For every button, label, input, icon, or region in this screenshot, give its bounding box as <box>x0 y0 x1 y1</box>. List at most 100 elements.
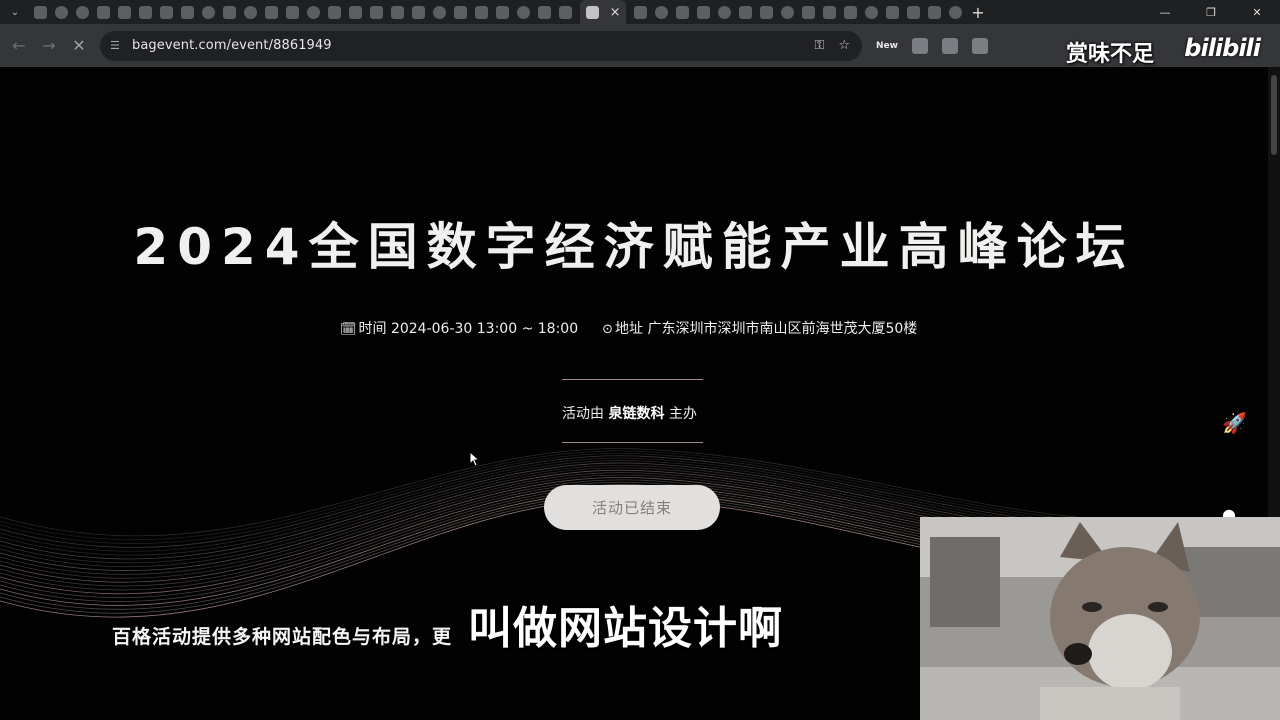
tab[interactable] <box>324 0 345 24</box>
video-slogan-overlay: 赏味不足 <box>1065 42 1154 67</box>
tab[interactable] <box>114 0 135 24</box>
tab-favicon-icon <box>328 5 341 19</box>
tab[interactable] <box>492 0 513 24</box>
tab[interactable] <box>366 0 387 24</box>
tab[interactable] <box>777 0 798 24</box>
extension-icon[interactable] <box>941 37 958 54</box>
event-ended-button[interactable]: 活动已结束 <box>544 485 720 530</box>
organizer-prefix: 活动由 <box>562 406 604 422</box>
rocket-icon[interactable]: 🚀 <box>1222 411 1247 435</box>
tab-favicon-icon <box>928 5 941 19</box>
tab[interactable] <box>51 0 72 24</box>
event-address-text: 地址 广东深圳市深圳市南山区前海世茂大厦50楼 <box>615 321 918 337</box>
tab-favicon-icon <box>844 5 857 19</box>
tab[interactable] <box>555 0 576 24</box>
tab-favicon-icon <box>907 5 920 19</box>
tab[interactable] <box>693 0 714 24</box>
back-icon[interactable]: ← <box>4 31 34 61</box>
extension-icon[interactable] <box>911 37 928 54</box>
tab[interactable] <box>840 0 861 24</box>
tab[interactable] <box>135 0 156 24</box>
divider-top <box>562 379 703 380</box>
tab-favicon-icon <box>433 5 446 19</box>
calendar-icon: 🗓 <box>340 322 357 337</box>
forward-icon[interactable]: → <box>34 31 64 61</box>
tab-favicon-icon <box>865 5 878 19</box>
tab-favicon-icon <box>244 5 257 19</box>
address-bar[interactable]: ☰ bagevent.com/event/8861949 ⚿ ☆ <box>100 30 862 61</box>
tab-favicon-icon <box>781 5 794 19</box>
tab-favicon-icon <box>118 5 131 19</box>
video-subtitle: 叫做网站设计啊 <box>468 603 783 654</box>
tab[interactable] <box>345 0 366 24</box>
tab-favicon-icon <box>391 5 404 19</box>
tab[interactable] <box>882 0 903 24</box>
tab-favicon-icon <box>181 5 194 19</box>
tab[interactable] <box>72 0 93 24</box>
tab[interactable] <box>219 0 240 24</box>
extensions-bar: New <box>876 37 988 54</box>
event-time-text: 时间 2024-06-30 13:00 ~ 18:00 <box>358 321 579 337</box>
tab-favicon-icon <box>585 5 599 19</box>
tab[interactable] <box>735 0 756 24</box>
tab[interactable] <box>30 0 51 24</box>
url-text[interactable]: bagevent.com/event/8861949 <box>132 38 332 53</box>
key-icon[interactable]: ⚿ <box>814 38 824 53</box>
bilibili-logo: bilibili <box>1184 34 1261 62</box>
new-badge[interactable]: New <box>876 41 898 51</box>
tab[interactable] <box>819 0 840 24</box>
tab[interactable] <box>945 0 966 24</box>
restore-icon[interactable]: ❐ <box>1188 0 1234 24</box>
tab[interactable] <box>798 0 819 24</box>
tab-favicon-icon <box>412 5 425 19</box>
tab[interactable] <box>93 0 114 24</box>
webcam-overlay <box>920 517 1280 720</box>
tab-favicon-icon <box>34 5 47 19</box>
tab-favicon-icon <box>886 5 899 19</box>
tab[interactable] <box>429 0 450 24</box>
close-window-icon[interactable]: ✕ <box>1234 0 1280 24</box>
tab[interactable] <box>513 0 534 24</box>
extension-icon[interactable] <box>971 37 988 54</box>
scrollbar-thumb[interactable] <box>1271 75 1277 155</box>
tab-favicon-icon <box>55 5 68 19</box>
tab[interactable] <box>534 0 555 24</box>
new-tab-icon[interactable]: + <box>966 3 990 22</box>
tab[interactable] <box>714 0 735 24</box>
tab[interactable] <box>672 0 693 24</box>
close-icon[interactable]: × <box>610 6 621 19</box>
tab[interactable] <box>261 0 282 24</box>
event-time: 🗓 时间 2024-06-30 13:00 ~ 18:00 <box>340 318 578 338</box>
tab[interactable] <box>450 0 471 24</box>
star-icon[interactable]: ☆ <box>838 38 850 53</box>
tab[interactable] <box>303 0 324 24</box>
event-address: ⊙ 地址 广东深圳市深圳市南山区前海世茂大厦50楼 <box>602 318 917 338</box>
tab[interactable] <box>630 0 651 24</box>
tab-favicon-icon <box>697 5 710 19</box>
tab[interactable] <box>177 0 198 24</box>
tab-favicon-icon <box>517 5 530 19</box>
tab[interactable] <box>282 0 303 24</box>
tab[interactable] <box>924 0 945 24</box>
tab[interactable] <box>198 0 219 24</box>
tab-favicon-icon <box>823 5 836 19</box>
tab-favicon-icon <box>349 5 362 19</box>
active-tab[interactable]: × <box>580 0 626 24</box>
screen: ⌄ × + — ❐ ✕ ← → ✕ ☰ bagevent.com/event/8… <box>0 0 1280 720</box>
tab[interactable] <box>156 0 177 24</box>
tab[interactable] <box>471 0 492 24</box>
tab[interactable] <box>861 0 882 24</box>
tab-search-icon[interactable]: ⌄ <box>0 0 30 24</box>
event-meta: 🗓 时间 2024-06-30 13:00 ~ 18:00 ⊙ 地址 广东深圳市深圳… <box>340 318 917 338</box>
tab[interactable] <box>408 0 429 24</box>
minimize-icon[interactable]: — <box>1142 0 1188 24</box>
tab-favicon-icon <box>286 5 299 19</box>
tab[interactable] <box>903 0 924 24</box>
stop-icon[interactable]: ✕ <box>64 31 94 61</box>
tab[interactable] <box>240 0 261 24</box>
tab[interactable] <box>756 0 777 24</box>
organizer-name[interactable]: 泉链数科 <box>608 406 664 422</box>
site-info-icon[interactable]: ☰ <box>110 39 128 52</box>
tab[interactable] <box>387 0 408 24</box>
tab[interactable] <box>651 0 672 24</box>
